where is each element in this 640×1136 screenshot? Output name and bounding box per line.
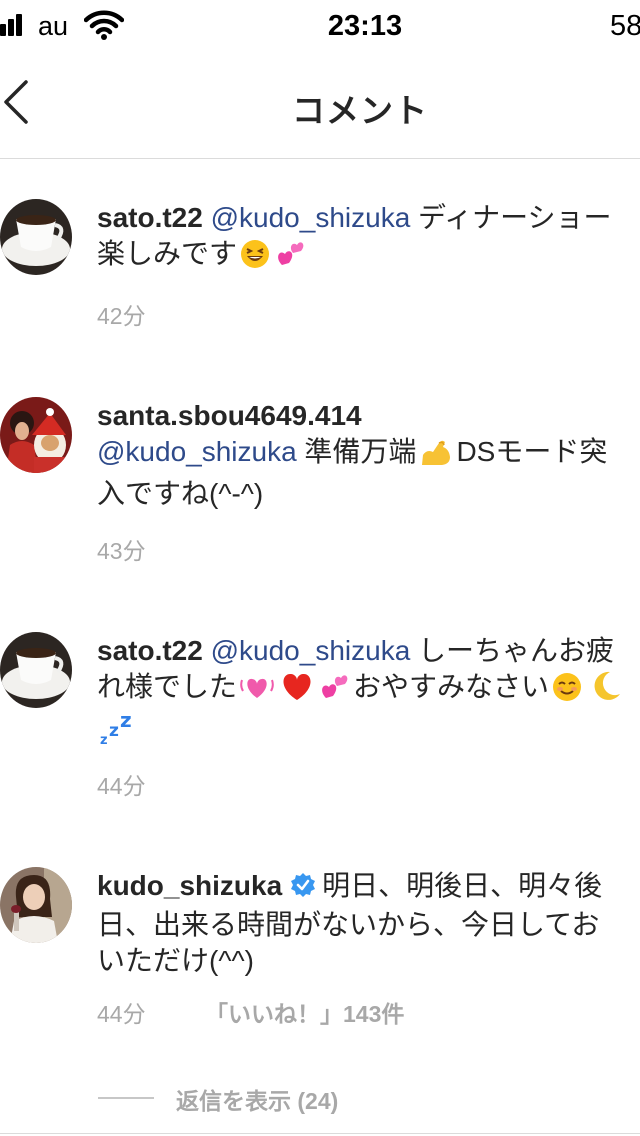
svg-text:z: z — [120, 711, 132, 732]
status-bar: au 23:13 58 — [0, 0, 640, 54]
comment-text: sato.t22 @kudo_shizuka ディナーショー楽しみです — [97, 200, 627, 278]
comment-text: santa.sbou4649.414 @kudo_shizuka 準備万端 DSモ… — [97, 398, 627, 512]
status-time: 23:13 — [327, 10, 403, 42]
verified-badge-icon — [290, 871, 316, 907]
svg-text:z: z — [100, 733, 108, 745]
zzz-icon: zzz — [100, 708, 136, 754]
comment-time: 43分 — [97, 538, 146, 564]
two-hearts-icon — [320, 672, 350, 711]
svg-text:z: z — [109, 721, 119, 741]
comment-time: 44分 — [97, 773, 146, 799]
smiling-face-icon — [552, 672, 582, 711]
divider — [0, 1133, 640, 1134]
view-replies-label: 返信を表示 (24) — [176, 1088, 339, 1114]
comment-username[interactable]: sato.t22 — [97, 202, 203, 233]
comment-time: 44分 — [97, 1001, 146, 1027]
likes-count[interactable]: 「いいね！」143件 — [205, 995, 404, 1029]
replies-divider-line — [98, 1097, 154, 1099]
avatar[interactable] — [0, 397, 72, 473]
flexed-biceps-icon — [419, 437, 453, 476]
comment-username[interactable]: sato.t22 — [97, 635, 203, 666]
avatar[interactable] — [0, 632, 72, 708]
navigation-bar: コメント — [0, 54, 640, 159]
battery-percent: 58 — [610, 10, 640, 42]
comment-mention[interactable]: @kudo_shizuka — [211, 202, 411, 233]
grinning-squinting-face-icon — [240, 239, 270, 278]
comment-mention[interactable]: @kudo_shizuka — [97, 436, 297, 467]
crescent-moon-icon — [588, 670, 622, 711]
comment-time: 42分 — [97, 303, 146, 329]
page-title: コメント — [292, 92, 428, 129]
two-hearts-icon — [276, 239, 306, 278]
avatar[interactable] — [0, 199, 72, 275]
red-heart-icon — [280, 672, 314, 711]
comment-text: kudo_shizuka 明日、明後日、明々後日、出来る時間がないから、今日してお… — [97, 868, 627, 979]
comment-mention[interactable]: @kudo_shizuka — [211, 635, 411, 666]
comment-body: 準備万端 — [296, 436, 417, 467]
comment-username[interactable]: santa.sbou4649.414 — [97, 400, 362, 431]
beating-heart-icon — [240, 672, 274, 711]
avatar[interactable] — [0, 867, 72, 943]
comment-text: sato.t22 @kudo_shizuka しーちゃんお疲れ様でした おやすみな… — [97, 633, 627, 754]
comment-username[interactable]: kudo_shizuka — [97, 870, 282, 901]
comment-body-continued: おやすみなさい — [353, 671, 550, 702]
